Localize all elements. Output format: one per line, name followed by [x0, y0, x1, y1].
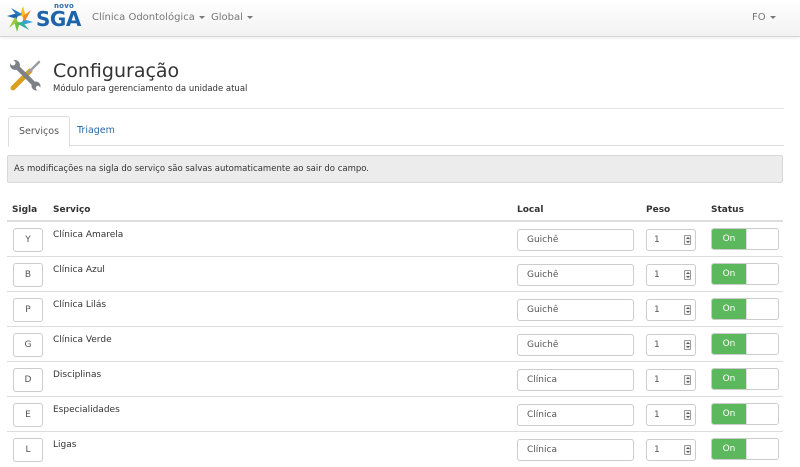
tab-servicos-label: Serviços [19, 126, 60, 137]
status-toggle[interactable]: On [711, 333, 779, 355]
info-alert-text: As modificações na sigla do serviço são … [14, 164, 370, 174]
peso-value: 1 [654, 270, 660, 280]
peso-stepper[interactable]: 1 [646, 404, 696, 426]
number-spinner-icon[interactable] [684, 270, 691, 280]
sigla-input[interactable]: L [13, 438, 43, 462]
tab-servicos[interactable]: Serviços [8, 116, 71, 147]
peso-stepper[interactable]: 1 [646, 264, 696, 286]
toggle-knob [746, 264, 778, 284]
caret-down-icon [246, 15, 253, 19]
status-toggle[interactable]: On [711, 263, 779, 285]
sigla-input[interactable]: E [13, 403, 43, 427]
status-toggle-on-label: On [712, 439, 746, 459]
local-field[interactable]: Clínica [517, 439, 634, 461]
table-row: Y Clínica Amarela Guichê 1 On [7, 221, 783, 257]
global-dropdown-label: Global [211, 12, 243, 23]
status-toggle[interactable]: On [711, 438, 779, 460]
page-subtitle: Módulo para gerenciamento da unidade atu… [53, 84, 248, 94]
status-toggle-on-label: On [712, 369, 746, 389]
toggle-knob [746, 229, 778, 249]
table-row: L Ligas Clínica 1 On [7, 431, 783, 467]
status-toggle-on-label: On [712, 229, 746, 249]
service-name: Especialidades [53, 405, 120, 415]
tab-triagem[interactable]: Triagem [67, 116, 125, 145]
service-name: Clínica Lilás [53, 300, 107, 310]
peso-stepper[interactable]: 1 [646, 369, 696, 391]
sigla-input[interactable]: Y [13, 228, 43, 252]
status-toggle-on-label: On [712, 264, 746, 284]
peso-stepper[interactable]: 1 [646, 334, 696, 356]
column-header-local: Local [517, 205, 544, 215]
caret-down-icon [769, 15, 776, 19]
table-row: E Especialidades Clínica 1 On [7, 396, 783, 432]
table-row: G Clínica Verde Guichê 1 On [7, 326, 783, 362]
column-header-sigla: Sigla [12, 205, 38, 215]
number-spinner-icon[interactable] [684, 410, 691, 420]
status-toggle[interactable]: On [711, 403, 779, 425]
column-header-peso: Peso [646, 205, 671, 215]
number-spinner-icon[interactable] [684, 445, 691, 455]
local-field[interactable]: Guichê [517, 264, 634, 286]
toggle-knob [746, 334, 778, 354]
status-toggle-on-label: On [712, 299, 746, 319]
global-dropdown[interactable]: Global [211, 12, 253, 23]
peso-value: 1 [654, 340, 660, 350]
tab-triagem-label: Triagem [77, 125, 115, 136]
column-header-servico: Serviço [53, 205, 91, 215]
peso-stepper[interactable]: 1 [646, 229, 696, 251]
status-toggle-on-label: On [712, 404, 746, 424]
service-name: Clínica Azul [53, 265, 105, 275]
number-spinner-icon[interactable] [684, 375, 691, 385]
peso-value: 1 [654, 235, 660, 245]
local-field[interactable]: Clínica [517, 369, 634, 391]
caret-down-icon [198, 15, 205, 19]
user-dropdown[interactable]: FO [752, 12, 776, 23]
toggle-knob [746, 369, 778, 389]
status-toggle[interactable]: On [711, 368, 779, 390]
user-dropdown-label: FO [752, 12, 766, 23]
number-spinner-icon[interactable] [684, 305, 691, 315]
brand-logo[interactable]: novo SGA [5, 2, 81, 33]
service-name: Disciplinas [53, 370, 102, 380]
status-toggle-on-label: On [712, 334, 746, 354]
table-row: P Clínica Lilás Guichê 1 On [7, 291, 783, 327]
header-divider [8, 108, 784, 109]
column-header-status: Status [711, 205, 744, 215]
peso-value: 1 [654, 375, 660, 385]
status-toggle[interactable]: On [711, 228, 779, 250]
status-toggle[interactable]: On [711, 298, 779, 320]
sunburst-logo-icon [7, 6, 33, 32]
service-name: Ligas [53, 440, 77, 450]
local-field[interactable]: Guichê [517, 229, 634, 251]
toggle-knob [746, 404, 778, 424]
unit-dropdown[interactable]: Clínica Odontológica [92, 12, 205, 23]
brand-sga-label: SGA [36, 7, 81, 31]
tabs-baseline [8, 145, 784, 146]
toggle-knob [746, 439, 778, 459]
sigla-input[interactable]: D [13, 368, 43, 392]
peso-value: 1 [654, 305, 660, 315]
peso-value: 1 [654, 410, 660, 420]
peso-stepper[interactable]: 1 [646, 439, 696, 461]
local-field[interactable]: Guichê [517, 334, 634, 356]
page-title: Configuração [53, 60, 180, 82]
top-navbar: novo SGA Clínica Odontológica Global FO [0, 0, 800, 37]
peso-stepper[interactable]: 1 [646, 299, 696, 321]
sigla-input[interactable]: B [13, 263, 43, 287]
service-name: Clínica Verde [53, 335, 112, 345]
service-name: Clínica Amarela [53, 230, 124, 240]
wrench-screwdriver-icon [10, 60, 41, 91]
sigla-input[interactable]: P [13, 298, 43, 322]
local-field[interactable]: Clínica [517, 404, 634, 426]
toggle-knob [746, 299, 778, 319]
number-spinner-icon[interactable] [684, 340, 691, 350]
unit-dropdown-label: Clínica Odontológica [92, 12, 195, 23]
sigla-input[interactable]: G [13, 333, 43, 357]
info-alert: As modificações na sigla do serviço são … [7, 155, 783, 183]
table-row: D Disciplinas Clínica 1 On [7, 361, 783, 397]
number-spinner-icon[interactable] [684, 235, 691, 245]
peso-value: 1 [654, 445, 660, 455]
table-row: B Clínica Azul Guichê 1 On [7, 256, 783, 292]
local-field[interactable]: Guichê [517, 299, 634, 321]
